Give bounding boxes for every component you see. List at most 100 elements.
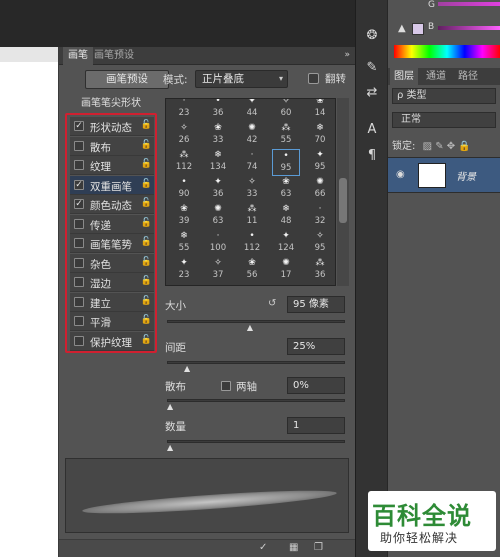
size-input[interactable]: 95 像素 bbox=[287, 296, 345, 313]
color-spectrum[interactable] bbox=[394, 45, 500, 58]
brush-tip-cell[interactable]: ⁂ 55 bbox=[272, 122, 300, 149]
brush-presets-icon[interactable]: ⇄ bbox=[364, 85, 380, 100]
option-checkbox[interactable] bbox=[74, 316, 84, 326]
lock-icon[interactable]: 🔓 bbox=[141, 257, 152, 267]
brush-tip-cell[interactable]: ✺ 42 bbox=[238, 122, 266, 149]
grid-icon[interactable]: ▦ bbox=[289, 542, 298, 553]
lock-icon[interactable]: 🔓 bbox=[141, 237, 152, 247]
brush-option-item[interactable]: 纹理 🔓 bbox=[70, 156, 154, 175]
option-checkbox[interactable]: ✓ bbox=[74, 121, 84, 131]
character-icon[interactable]: A bbox=[364, 122, 380, 137]
option-checkbox[interactable] bbox=[74, 238, 84, 248]
brush-tip-cell[interactable]: ❀ 63 bbox=[272, 176, 300, 203]
brush-tip-cell[interactable]: ❀ 14 bbox=[306, 99, 334, 122]
brush-tip-cell[interactable]: ✧ 95 bbox=[306, 230, 334, 257]
flip-checkbox[interactable] bbox=[308, 73, 319, 84]
document-canvas[interactable] bbox=[0, 62, 58, 557]
brush-tip-cell[interactable]: ✦ 44 bbox=[238, 99, 266, 122]
brush-tip-cell[interactable]: ✧ 37 bbox=[204, 257, 232, 284]
brush-option-item[interactable]: 建立 🔓 bbox=[70, 292, 154, 312]
brush-tip-cell[interactable]: ⁂ 11 bbox=[238, 203, 266, 230]
spacing-slider[interactable] bbox=[167, 361, 345, 364]
brush-option-item[interactable]: 传递 🔓 bbox=[70, 214, 154, 234]
option-checkbox[interactable] bbox=[74, 257, 84, 268]
brush-option-item[interactable]: 画笔笔势 🔓 bbox=[70, 234, 154, 253]
blend-mode-select[interactable]: 正常 bbox=[392, 112, 496, 128]
brush-tip-cell[interactable]: ❀ 39 bbox=[170, 203, 198, 230]
lock-icons[interactable]: ▨ ✎ ✥ 🔒 bbox=[423, 141, 471, 152]
count-slider[interactable] bbox=[167, 440, 345, 443]
brush-tip-cell[interactable]: ✺ 63 bbox=[204, 203, 232, 230]
brush-grid-scrollbar[interactable] bbox=[337, 98, 349, 286]
brush-tip-cell[interactable]: ❄ 48 bbox=[272, 203, 300, 230]
brush-option-item[interactable]: 保护纹理 🔓 bbox=[70, 331, 154, 351]
size-slider[interactable] bbox=[167, 320, 345, 323]
brush-tip-cell[interactable]: ❄ 134 bbox=[204, 149, 232, 176]
layer-kind-filter[interactable]: ρ 类型 bbox=[392, 88, 496, 104]
lock-icon[interactable]: 🔓 bbox=[141, 120, 152, 130]
brush-tip-shape-item[interactable]: 画笔笔尖形状 bbox=[65, 96, 157, 112]
spacing-input[interactable]: 25% bbox=[287, 338, 345, 355]
tab-brush-presets[interactable]: 画笔预设 bbox=[89, 47, 139, 65]
scrollbar-thumb[interactable] bbox=[339, 178, 347, 223]
brush-presets-button[interactable]: 画笔预设 bbox=[85, 70, 169, 89]
scatter-input[interactable]: 0% bbox=[287, 377, 345, 394]
brush-option-item[interactable]: 杂色 🔓 bbox=[70, 253, 154, 273]
brush-option-item[interactable]: ✓ 双重画笔 🔓 bbox=[70, 175, 154, 195]
lock-icon[interactable]: 🔓 bbox=[141, 140, 152, 150]
count-input[interactable]: 1 bbox=[287, 417, 345, 434]
option-checkbox[interactable] bbox=[74, 218, 84, 229]
spacing-slider-handle[interactable]: ▲ bbox=[184, 365, 192, 373]
brush-option-item[interactable]: ✓ 颜色动态 🔓 bbox=[70, 195, 154, 214]
brush-tip-cell[interactable]: · 32 bbox=[306, 203, 334, 230]
lock-icon[interactable]: 🔓 bbox=[141, 179, 152, 189]
brush-tip-cell[interactable]: · 100 bbox=[204, 230, 232, 257]
lock-icon[interactable]: 🔓 bbox=[141, 159, 152, 169]
lock-icon[interactable]: 🔓 bbox=[141, 218, 152, 228]
panel-menu-icon[interactable]: » bbox=[344, 50, 350, 60]
scatter-slider[interactable] bbox=[167, 399, 345, 402]
mode-select[interactable]: 正片叠底 ▾ bbox=[195, 70, 288, 88]
brush-tip-cell[interactable]: • 112 bbox=[238, 230, 266, 257]
tab-paths[interactable]: 路径 bbox=[454, 68, 482, 85]
scatter-slider-handle[interactable]: ▲ bbox=[167, 403, 175, 411]
lock-icon[interactable]: 🔓 bbox=[141, 198, 152, 208]
brush-tip-cell[interactable]: ✦ 124 bbox=[272, 230, 300, 257]
brush-option-item[interactable]: ✓ 形状动态 🔓 bbox=[70, 117, 154, 136]
brush-toggle-icon[interactable]: ✓ bbox=[259, 542, 267, 553]
lock-icon[interactable]: 🔓 bbox=[141, 276, 152, 286]
eye-icon[interactable]: ◉ bbox=[396, 169, 405, 180]
both-axes-checkbox[interactable] bbox=[221, 381, 231, 391]
brush-tip-cell[interactable]: • 36 bbox=[204, 99, 232, 122]
option-checkbox[interactable] bbox=[74, 160, 84, 170]
brush-tip-cell[interactable]: ✺ 66 bbox=[306, 176, 334, 203]
brush-tip-cell[interactable]: ❄ 55 bbox=[170, 230, 198, 257]
brush-tip-cell[interactable]: ❀ 56 bbox=[238, 257, 266, 284]
color-swatch[interactable] bbox=[412, 23, 424, 35]
brush-tip-cell[interactable]: ⁂ 112 bbox=[170, 149, 198, 176]
reset-icon[interactable]: ↺ bbox=[268, 298, 276, 309]
swatches-icon[interactable]: ❂ bbox=[364, 28, 380, 43]
brush-tip-grid[interactable]: · 23 • 36 ✦ 44 ✧ 60 ❀ 14 ✧ 26 ❀ 33 ✺ 42 ⁂ 55 ❄ 70 ⁂ 112 ❄ 134 · 7… bbox=[165, 98, 336, 286]
g-slider[interactable] bbox=[438, 2, 500, 6]
option-checkbox[interactable] bbox=[74, 296, 84, 307]
brush-icon[interactable]: ✎ bbox=[364, 60, 380, 75]
count-slider-handle[interactable]: ▲ bbox=[167, 444, 175, 452]
brush-tip-cell[interactable]: ❄ 70 bbox=[306, 122, 334, 149]
brush-tip-cell[interactable]: ✺ 17 bbox=[272, 257, 300, 284]
brush-tip-cell[interactable]: ⁂ 36 bbox=[306, 257, 334, 284]
brush-tip-cell[interactable]: ✧ 33 bbox=[238, 176, 266, 203]
option-checkbox[interactable]: ✓ bbox=[74, 199, 84, 209]
lock-icon[interactable]: 🔓 bbox=[141, 335, 152, 345]
paragraph-icon[interactable]: ¶ bbox=[364, 148, 380, 163]
brush-tip-cell[interactable]: ✦ 95 bbox=[306, 149, 334, 176]
tab-layers[interactable]: 图层 bbox=[390, 68, 418, 85]
brush-tip-cell[interactable]: ✦ 36 bbox=[204, 176, 232, 203]
brush-tip-cell[interactable]: • 95 bbox=[272, 149, 300, 176]
brush-tip-cell[interactable]: ✧ 26 bbox=[170, 122, 198, 149]
tab-channels[interactable]: 通道 bbox=[422, 68, 450, 85]
lock-icon[interactable]: 🔓 bbox=[141, 315, 152, 325]
option-checkbox[interactable] bbox=[74, 140, 84, 151]
new-preset-icon[interactable]: ❐ bbox=[314, 542, 323, 553]
option-checkbox[interactable]: ✓ bbox=[74, 179, 84, 190]
